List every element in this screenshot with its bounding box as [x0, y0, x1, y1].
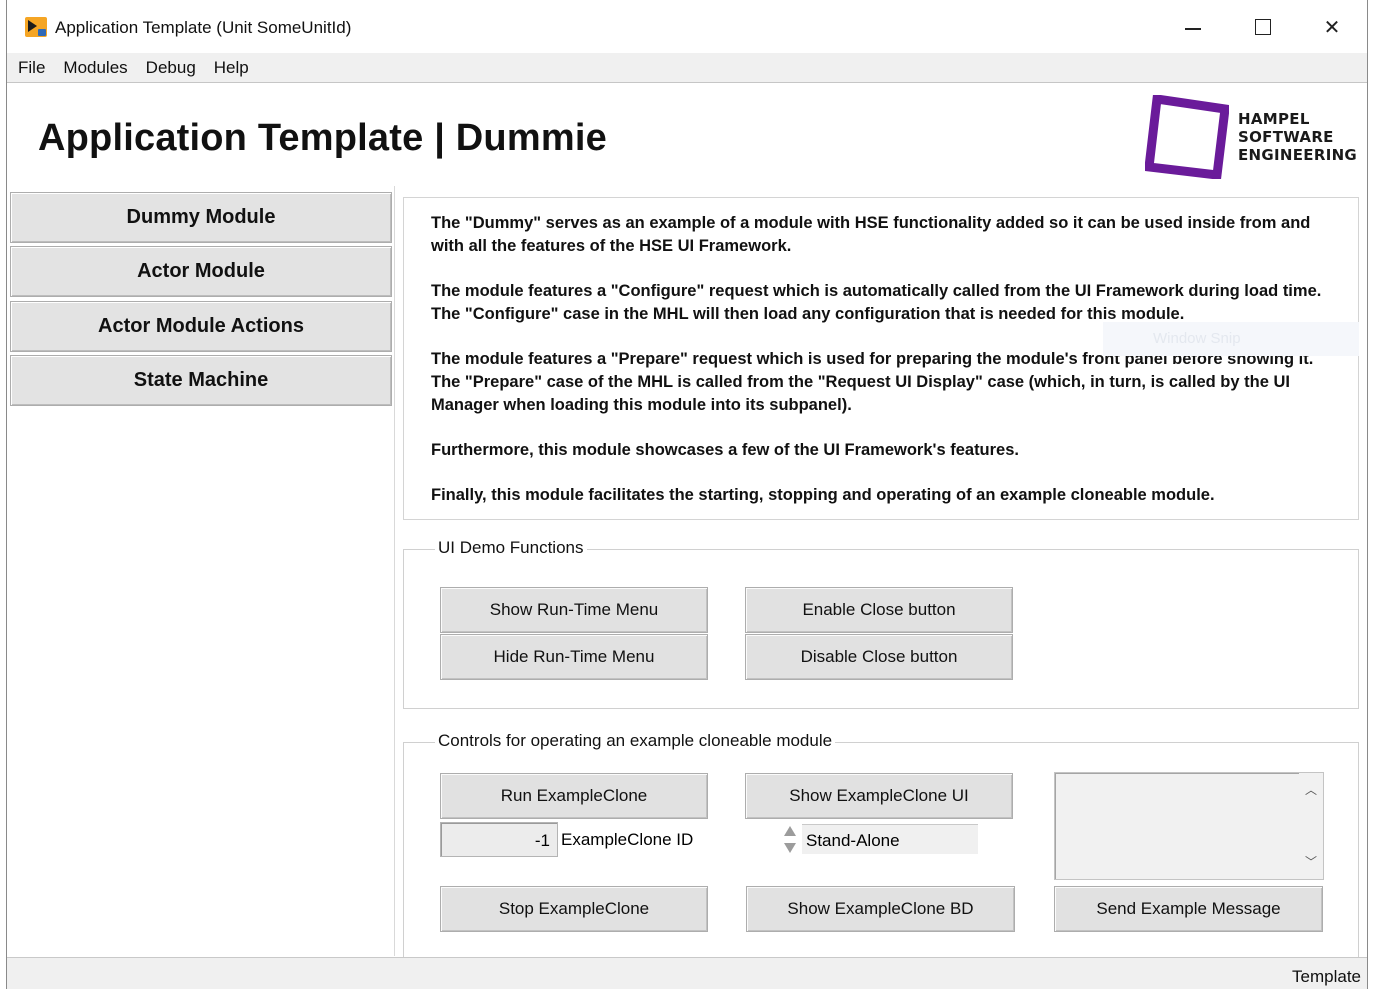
sidebar-item-state-machine[interactable]: State Machine [10, 355, 392, 406]
message-textarea[interactable]: ︿ ﹀ [1054, 772, 1324, 880]
hse-logo-mark [1145, 95, 1229, 179]
menu-file[interactable]: File [7, 58, 54, 78]
show-exampleclone-ui-button[interactable]: Show ExampleClone UI [745, 773, 1013, 819]
hide-run-time-menu-button[interactable]: Hide Run-Time Menu [440, 634, 708, 680]
scroll-up-icon[interactable]: ︿ [1305, 781, 1317, 798]
status-text: Template [1292, 967, 1361, 986]
spin-down-icon[interactable] [784, 843, 796, 853]
window-snip-watermark: Window Snip [1103, 322, 1359, 356]
description-paragraph: Furthermore, this module showcases a few… [431, 441, 1019, 459]
maximize-button[interactable] [1240, 8, 1286, 46]
logo-line-2: SOFTWARE [1238, 128, 1334, 146]
spin-up-icon[interactable] [784, 826, 796, 836]
enable-close-button[interactable]: Enable Close button [745, 587, 1013, 633]
app-window: Application Template (Unit SomeUnitId) ✕… [6, 0, 1368, 989]
show-run-time-menu-button[interactable]: Show Run-Time Menu [440, 587, 708, 633]
message-scrollbar[interactable]: ︿ ﹀ [1299, 773, 1323, 879]
close-icon: ✕ [1323, 15, 1341, 39]
logo-line-1: HAMPEL [1238, 110, 1310, 128]
ring-increment-decrement[interactable] [780, 821, 800, 859]
clone-mode-ring[interactable]: Stand-Alone [780, 821, 978, 859]
sidebar-item-actor-module-actions[interactable]: Actor Module Actions [10, 301, 392, 352]
logo-line-3: ENGINEERING [1238, 146, 1358, 164]
labview-app-icon [25, 17, 47, 37]
module-description: The "Dummy" serves as an example of a mo… [403, 197, 1359, 520]
close-button[interactable]: ✕ [1309, 8, 1355, 46]
module-sidebar: Dummy Module Actor Module Actor Module A… [7, 186, 395, 956]
run-exampleclone-button[interactable]: Run ExampleClone [440, 773, 708, 819]
description-paragraph: The module features a "Configure" reques… [431, 282, 1322, 323]
stop-exampleclone-button[interactable]: Stop ExampleClone [440, 886, 708, 932]
maximize-icon [1255, 19, 1271, 35]
scroll-down-icon[interactable]: ﹀ [1305, 853, 1317, 870]
exampleclone-id-label: ExampleClone ID [561, 830, 694, 849]
minimize-button[interactable] [1170, 8, 1216, 46]
window-title: Application Template (Unit SomeUnitId) [55, 18, 352, 37]
logo-square-shape [1145, 95, 1229, 179]
menu-modules[interactable]: Modules [54, 58, 136, 78]
clone-controls-group-label: Controls for operating an example clonea… [435, 731, 836, 751]
hse-logo-text: HAMPEL SOFTWARE ENGINEERING [1238, 110, 1357, 164]
disable-close-button[interactable]: Disable Close button [745, 634, 1013, 680]
clone-mode-value: Stand-Alone [802, 824, 978, 854]
minimize-icon [1185, 28, 1201, 30]
description-paragraph: Finally, this module facilitates the sta… [431, 486, 1215, 504]
description-paragraph: The module features a "Prepare" request … [431, 350, 1314, 414]
status-bar: Template [7, 957, 1367, 989]
menu-help[interactable]: Help [205, 58, 258, 78]
ui-demo-group-label: UI Demo Functions [435, 538, 587, 558]
sidebar-item-dummy-module[interactable]: Dummy Module [10, 192, 392, 243]
description-paragraph: The "Dummy" serves as an example of a mo… [431, 214, 1311, 255]
page-title: Application Template | Dummie [38, 117, 607, 159]
send-example-message-button[interactable]: Send Example Message [1054, 886, 1323, 932]
exampleclone-id-field[interactable]: -1 [440, 822, 558, 857]
menu-debug[interactable]: Debug [137, 58, 205, 78]
menu-bar: File Modules Debug Help [7, 53, 1367, 83]
show-exampleclone-bd-button[interactable]: Show ExampleClone BD [746, 886, 1015, 932]
title-bar: Application Template (Unit SomeUnitId) ✕ [7, 0, 1367, 54]
sidebar-item-actor-module[interactable]: Actor Module [10, 246, 392, 297]
